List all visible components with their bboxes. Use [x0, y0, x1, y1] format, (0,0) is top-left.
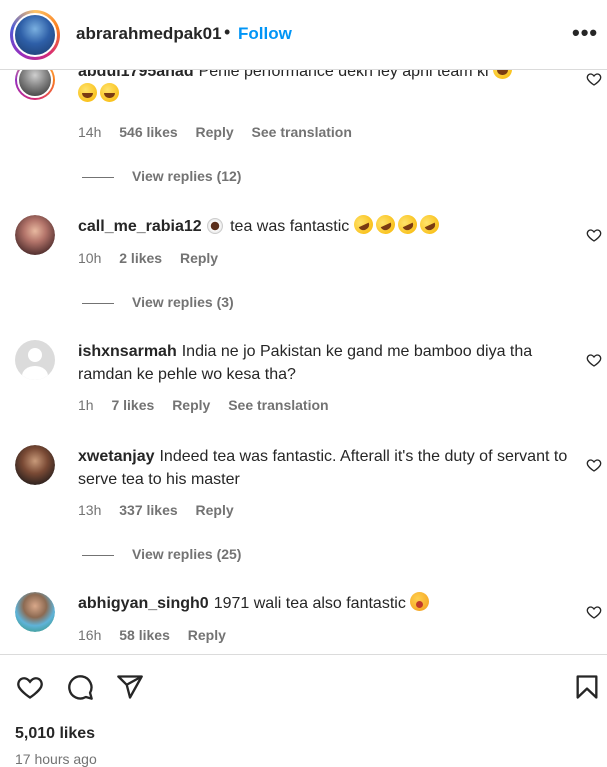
- comment-time: 10h: [78, 250, 102, 266]
- commenter-avatar[interactable]: [15, 445, 55, 485]
- like-comment-icon[interactable]: [586, 71, 602, 87]
- comment-meta: 10h 2 likes Reply: [78, 250, 232, 266]
- tea-emoji: [206, 218, 223, 234]
- see-translation-button[interactable]: See translation: [228, 397, 328, 413]
- reply-button[interactable]: Reply: [180, 250, 218, 266]
- comment-text: xwetanjay Indeed tea was fantastic. After…: [78, 448, 568, 488]
- reply-button[interactable]: Reply: [196, 124, 234, 140]
- comment-text: abdul1795ahad Pehle performance dekh ley …: [78, 70, 568, 106]
- default-user-icon: [22, 348, 48, 380]
- rofl-emoji: [350, 211, 376, 238]
- commenter-username[interactable]: ishxnsarmah: [78, 343, 177, 360]
- comment-icon[interactable]: [66, 673, 94, 701]
- follow-button[interactable]: Follow: [238, 24, 292, 44]
- rofl-emoji: [372, 211, 398, 238]
- replies-divider: [82, 554, 114, 556]
- comment-time: 14h: [78, 124, 102, 140]
- commenter-avatar[interactable]: [15, 215, 55, 255]
- view-replies-button[interactable]: View replies (25): [82, 546, 241, 562]
- comment-time: 16h: [78, 627, 102, 643]
- comment-likes[interactable]: 2 likes: [119, 250, 162, 266]
- comment-meta: 1h 7 likes Reply See translation: [78, 397, 343, 413]
- author-avatar[interactable]: [10, 10, 60, 60]
- post-header: abrarahmedpak01 • Follow •••: [0, 0, 607, 70]
- commenter-avatar[interactable]: [15, 340, 55, 380]
- flushed-emoji: [410, 592, 430, 611]
- commenter-avatar[interactable]: [15, 592, 55, 632]
- post-likes-count[interactable]: 5,010 likes: [15, 725, 95, 743]
- reply-button[interactable]: Reply: [172, 397, 210, 413]
- like-comment-icon[interactable]: [586, 352, 602, 368]
- view-replies-button[interactable]: View replies (3): [82, 294, 234, 310]
- comments-list[interactable]: abdul1795ahad Pehle performance dekh ley …: [0, 70, 607, 654]
- post-timestamp[interactable]: 17 hours ago: [15, 751, 97, 767]
- comment-text: abhigyan_singh0 1971 wali tea also fantas…: [78, 592, 568, 615]
- laugh-emoji: [78, 83, 97, 102]
- like-comment-icon[interactable]: [586, 227, 602, 243]
- commenter-username[interactable]: call_me_rabia12: [78, 218, 202, 235]
- comment-likes[interactable]: 337 likes: [119, 502, 177, 518]
- comment-likes[interactable]: 58 likes: [119, 627, 170, 643]
- replies-divider: [82, 176, 114, 178]
- comment-likes[interactable]: 7 likes: [111, 397, 154, 413]
- comment-likes[interactable]: 546 likes: [119, 124, 177, 140]
- replies-divider: [82, 302, 114, 304]
- comment-time: 13h: [78, 502, 102, 518]
- author-username[interactable]: abrarahmedpak01: [76, 24, 222, 44]
- like-comment-icon[interactable]: [586, 457, 602, 473]
- see-translation-button[interactable]: See translation: [252, 124, 352, 140]
- rofl-emoji: [394, 211, 420, 238]
- share-icon[interactable]: [116, 673, 144, 701]
- bookmark-icon[interactable]: [573, 673, 601, 701]
- comment-text: call_me_rabia12 tea was fantastic: [78, 211, 568, 238]
- commenter-username[interactable]: abdul1795ahad: [78, 70, 194, 80]
- view-replies-button[interactable]: View replies (12): [82, 168, 241, 184]
- like-comment-icon[interactable]: [586, 604, 602, 620]
- reply-button[interactable]: Reply: [196, 502, 234, 518]
- commenter-username[interactable]: xwetanjay: [78, 448, 154, 465]
- comment-time: 1h: [78, 397, 94, 413]
- rofl-emoji: [416, 211, 442, 238]
- comment-meta: 13h 337 likes Reply: [78, 502, 248, 518]
- comment-meta: 14h 546 likes Reply See translation: [78, 124, 366, 140]
- more-options-icon[interactable]: •••: [572, 20, 598, 46]
- laugh-emoji: [100, 83, 119, 102]
- reply-button[interactable]: Reply: [188, 627, 226, 643]
- comment-meta: 16h 58 likes Reply: [78, 627, 240, 643]
- separator-dot: •: [224, 22, 231, 42]
- comment-text: ishxnsarmah India ne jo Pakistan ke gand …: [78, 343, 533, 383]
- post-actions: 5,010 likes 17 hours ago: [0, 654, 607, 767]
- commenter-username[interactable]: abhigyan_singh0: [78, 595, 209, 612]
- heart-icon[interactable]: [16, 673, 44, 701]
- laugh-emoji: [493, 70, 512, 79]
- commenter-avatar[interactable]: [15, 70, 55, 100]
